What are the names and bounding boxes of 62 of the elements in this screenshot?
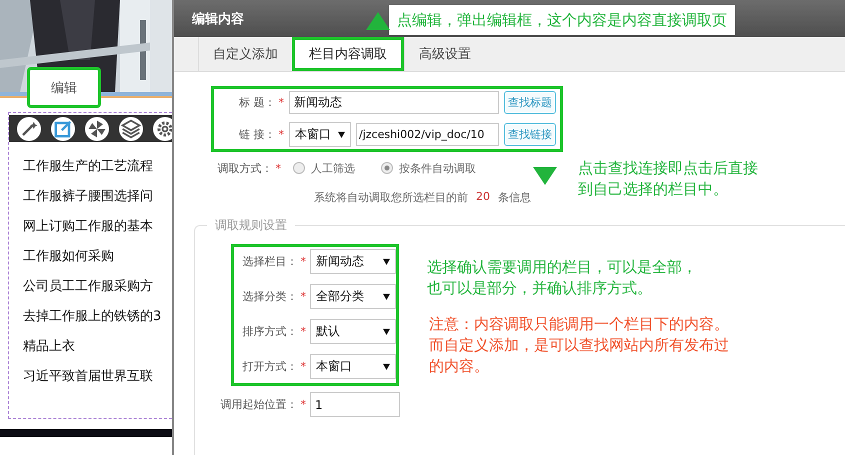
field-label: 选择分类：	[242, 289, 298, 304]
group-legend: 调取规则设置	[207, 217, 295, 234]
info-text: 条信息	[498, 190, 531, 205]
target-dropdown[interactable]: 本窗口	[289, 122, 351, 147]
pinwheel-icon[interactable]	[85, 116, 109, 140]
edit-button[interactable]: 编辑	[27, 67, 101, 108]
field-label: 调用起始位置：	[220, 397, 298, 412]
caret-icon	[383, 363, 390, 370]
required-mark: *	[278, 128, 284, 141]
dropdown[interactable]: 本窗口	[310, 354, 396, 379]
caret-icon	[383, 293, 390, 300]
required-mark: *	[276, 162, 281, 174]
field-label: 打开方式：	[242, 359, 298, 374]
annotation-text: 注意：内容调取只能调用一个栏目下的内容。	[429, 314, 729, 335]
info-text: 系统将自动调取您所选栏目的前	[314, 190, 468, 205]
required-mark: *	[300, 325, 306, 338]
annotation-text: 也可以是部分，并确认排序方式。	[427, 278, 652, 299]
required-mark: *	[300, 255, 306, 268]
dropdown[interactable]: 全部分类	[310, 284, 396, 309]
field-label: 选择栏目：	[242, 254, 298, 269]
required-mark: *	[278, 96, 284, 109]
required-mark: *	[300, 360, 306, 373]
annotation-text: 选择确认需要调用的栏目，可以是全部，	[427, 257, 697, 278]
required-mark: *	[300, 290, 306, 303]
dialog-title: 编辑内容	[192, 10, 244, 28]
radio-button[interactable]	[381, 162, 393, 174]
article-link[interactable]: 公司员工工作服采购方	[23, 272, 172, 302]
radio-button[interactable]	[293, 162, 305, 174]
article-link[interactable]: 网上订购工作服的基本	[23, 212, 172, 242]
article-link[interactable]: 工作服生产的工艺流程	[23, 152, 172, 182]
dropdown[interactable]: 默认	[310, 319, 396, 344]
annotation-text: 而自定义添加，是可以查找网站内所有发布过	[429, 335, 729, 356]
article-link[interactable]: 精品上衣	[23, 332, 172, 362]
tab[interactable]: 栏目内容调取	[292, 37, 404, 71]
caret-icon	[338, 131, 345, 138]
triangle-icon	[366, 12, 390, 30]
annotation-text: 点编辑，弹出编辑框，这个内容是内容直接调取页	[397, 10, 727, 31]
field-label: 链 接：	[239, 127, 276, 142]
annotation-text: 点击查找连接即点击后直接	[578, 158, 758, 179]
article-link[interactable]: 工作服裤子腰围选择问	[23, 182, 172, 212]
annotation-text: 到自己选择的栏目中。	[578, 179, 728, 200]
start-position-field[interactable]: 1	[310, 392, 400, 417]
caret-icon	[383, 328, 390, 335]
article-link[interactable]: 工作服如何采购	[23, 242, 172, 272]
radio-label: 按条件自动调取	[399, 160, 476, 176]
title-field[interactable]: 新闻动态	[289, 91, 499, 114]
magic-wand-icon[interactable]	[17, 116, 41, 140]
caret-icon	[383, 258, 390, 265]
layers-icon[interactable]	[119, 116, 143, 140]
annotation-text: 的内容。	[429, 356, 489, 377]
field-label: 标 题：	[239, 95, 276, 110]
article-link[interactable]: 去掉工作服上的铁锈的3	[23, 302, 172, 332]
article-link[interactable]: 习近平致首届世界互联	[23, 362, 172, 392]
dropdown[interactable]: 新闻动态	[310, 249, 396, 274]
radio-label: 人工筛选	[311, 160, 355, 176]
field-label: 调取方式：	[218, 160, 272, 176]
edit-icon[interactable]	[51, 116, 75, 140]
field-label: 排序方式：	[242, 324, 298, 339]
link-field[interactable]: /jzceshi002/vip_doc/10	[356, 123, 499, 146]
required-mark: *	[300, 398, 306, 411]
item-count: 20	[476, 190, 490, 205]
triangle-icon	[533, 167, 557, 185]
